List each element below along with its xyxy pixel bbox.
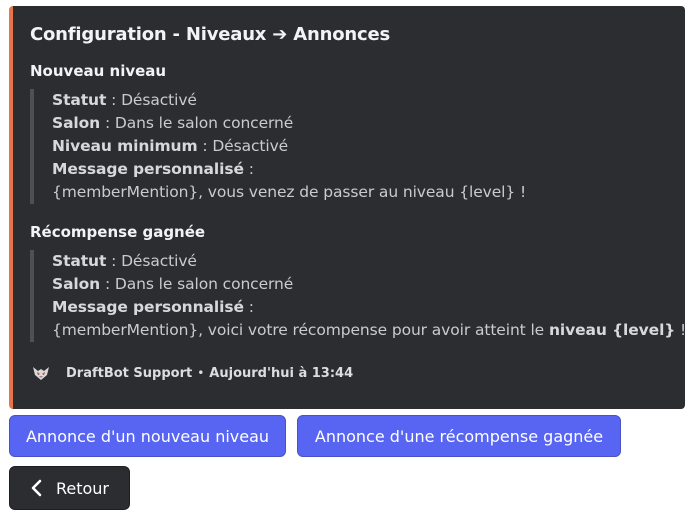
line-custom-message: Message personnalisé : <box>52 160 254 178</box>
blockquote-reward: Statut : Désactivé Salon : Dans le salon… <box>30 250 686 342</box>
custom-message-text: {memberMention}, voici votre récompense … <box>52 321 687 339</box>
line-custom-message: Message personnalisé : <box>52 298 254 316</box>
back-label: Retour <box>55 478 110 498</box>
line-channel: Salon : Dans le salon concerné <box>52 114 294 132</box>
embed-title: Configuration - Niveaux ➔ Annonces <box>30 24 390 45</box>
custom-message-text: {memberMention}, vous venez de passer au… <box>52 183 527 201</box>
embed-card: Configuration - Niveaux ➔ Annonces Nouve… <box>9 6 686 409</box>
line-min-level: Niveau minimum : Désactivé <box>52 137 289 155</box>
footer-author: DraftBot Support <box>66 365 193 381</box>
reward-announcement-button[interactable]: Annonce d'une récompense gagnée <box>297 415 621 457</box>
field-name-reward: Récompense gagnée <box>30 223 206 241</box>
line-status: Statut : Désactivé <box>52 91 197 109</box>
reward-announcement-label: Annonce d'une récompense gagnée <box>314 426 604 446</box>
footer-separator: • <box>197 366 205 380</box>
blockquote-new-level: Statut : Désactivé Salon : Dans le salon… <box>30 89 526 204</box>
new-level-announcement-button[interactable]: Annonce d'un nouveau niveau <box>9 415 286 457</box>
new-level-announcement-label: Annonce d'un nouveau niveau <box>25 426 270 446</box>
line-channel: Salon : Dans le salon concerné <box>52 275 294 293</box>
line-status: Statut : Désactivé <box>52 252 197 270</box>
embed-footer: DraftBot Support • Aujourd'hui à 13:44 <box>30 362 353 384</box>
draftbot-logo-icon <box>30 362 52 384</box>
back-button[interactable]: Retour <box>9 466 130 510</box>
chevron-left-icon <box>30 479 42 497</box>
footer-timestamp: Aujourd'hui à 13:44 <box>209 365 354 381</box>
field-name-new-level: Nouveau niveau <box>30 62 167 80</box>
